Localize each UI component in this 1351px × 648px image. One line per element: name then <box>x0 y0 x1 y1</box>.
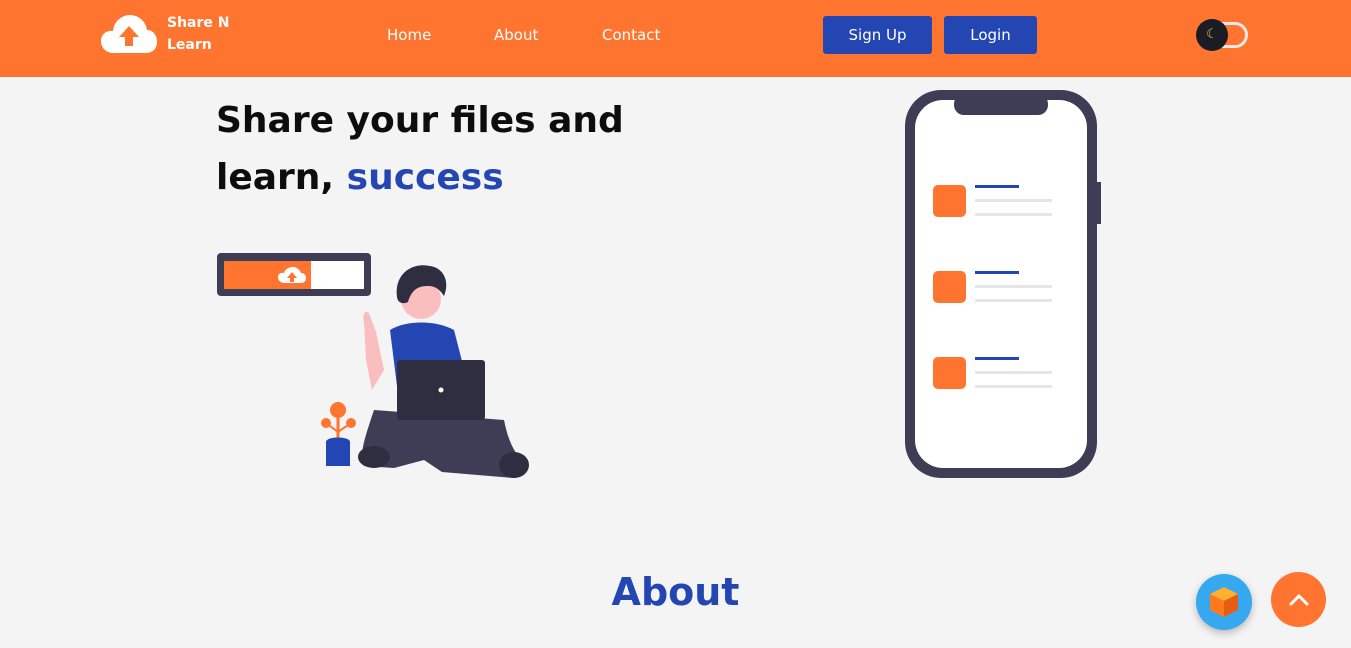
cloud-upload-icon <box>101 15 157 53</box>
hero-title-accent: success <box>346 157 504 198</box>
cube-fab-button[interactable] <box>1196 574 1252 630</box>
about-section-title: About <box>611 570 740 614</box>
chevron-up-icon <box>1289 594 1308 605</box>
theme-toggle[interactable]: ☾ <box>1196 19 1248 51</box>
scroll-top-button[interactable] <box>1271 572 1326 627</box>
hero-title: Share your files and learn, success <box>216 92 636 206</box>
nav-about[interactable]: About <box>494 26 538 44</box>
moon-icon: ☾ <box>1196 19 1228 51</box>
cube-icon <box>1210 587 1238 617</box>
signup-button[interactable]: Sign Up <box>823 16 932 54</box>
nav-home[interactable]: Home <box>387 26 431 44</box>
login-button[interactable]: Login <box>944 16 1037 54</box>
brand-name: Share N Learn <box>167 15 230 53</box>
navbar: Share N Learn Home About Contact Sign Up… <box>0 0 1351 77</box>
phone-illustration <box>905 90 1101 478</box>
brand-logo[interactable]: Share N Learn <box>100 12 237 56</box>
nav-contact[interactable]: Contact <box>602 26 660 44</box>
person-laptop-illustration <box>217 253 529 478</box>
